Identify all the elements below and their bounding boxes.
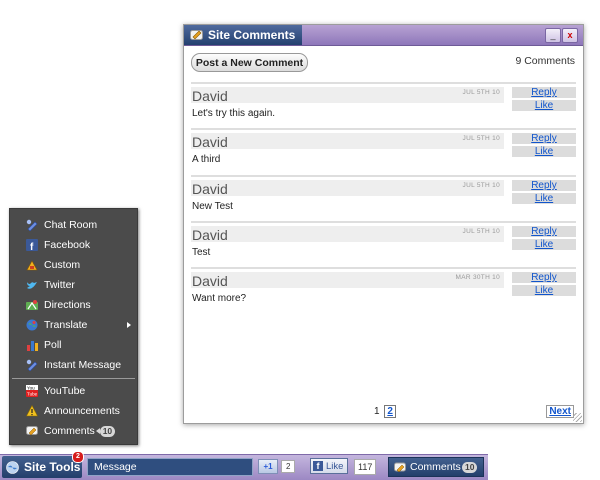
announcements-icon <box>26 405 38 417</box>
message-input[interactable] <box>87 458 253 476</box>
menu-item-comments[interactable]: Comments 10 <box>10 421 137 441</box>
reply-link[interactable]: Reply <box>512 180 576 191</box>
comment-date: JUL 5TH 10 <box>462 89 500 96</box>
like-link[interactable]: Like <box>512 146 576 157</box>
menu-item-facebook[interactable]: f Facebook <box>10 235 137 255</box>
comment-header: David MAR 30TH 10 <box>191 272 504 289</box>
post-new-comment-button[interactable]: Post a New Comment <box>191 53 308 72</box>
close-button[interactable]: x <box>562 28 578 43</box>
submenu-arrow-icon <box>127 322 131 328</box>
menu-item-youtube[interactable]: You Tube YouTube <box>10 381 137 401</box>
directions-icon <box>26 300 38 310</box>
menu-item-instant-message[interactable]: Instant Message <box>10 355 137 375</box>
comment-date: MAR 30TH 10 <box>455 274 500 281</box>
globe-icon <box>6 461 19 474</box>
reply-link[interactable]: Reply <box>512 226 576 237</box>
notification-badge: 2 <box>72 451 84 463</box>
window-title-tab: Site Comments <box>184 25 302 45</box>
comments-icon <box>26 426 38 436</box>
like-link[interactable]: Like <box>512 285 576 296</box>
google-plus-one-button[interactable]: +1 <box>258 459 278 474</box>
comment-author: David <box>192 88 228 104</box>
bottom-toolbar: Site Tools 2 +1 2 f Like 117 Comments 10 <box>0 451 488 480</box>
comment-header: David JUL 5TH 10 <box>191 87 504 104</box>
menu-item-directions[interactable]: Directions <box>10 295 137 315</box>
menu-item-custom[interactable]: Custom <box>10 255 137 275</box>
comment-text: Test <box>192 247 211 258</box>
reply-link[interactable]: Reply <box>512 272 576 283</box>
menu-item-translate[interactable]: Translate <box>10 315 137 335</box>
menu-divider <box>12 378 135 379</box>
comment-pencil-icon <box>190 30 203 40</box>
comments-count-badge: 10 <box>95 425 116 437</box>
facebook-like-count: 117 <box>354 459 377 475</box>
comment-header: David JUL 5TH 10 <box>191 133 504 150</box>
comment-date: JUL 5TH 10 <box>462 228 500 235</box>
site-tools-menu: Chat Room f Facebook Custom Twitter Dire… <box>9 208 138 445</box>
instant-message-icon <box>26 359 38 371</box>
minimize-button[interactable]: _ <box>545 28 561 43</box>
comment-date: JUL 5TH 10 <box>462 135 500 142</box>
facebook-icon: f <box>313 461 323 471</box>
menu-item-twitter[interactable]: Twitter <box>10 275 137 295</box>
comment-item: David JUL 5TH 10 New Test Reply Like <box>191 175 576 221</box>
menu-item-poll[interactable]: Poll <box>10 335 137 355</box>
facebook-like-button[interactable]: f Like <box>310 458 348 474</box>
resize-handle[interactable] <box>573 413 582 422</box>
comments-count-badge: 10 <box>462 462 478 473</box>
svg-text:Tube: Tube <box>27 392 38 397</box>
custom-icon <box>26 260 38 271</box>
comment-text: A third <box>192 154 221 165</box>
comments-toolbar-button[interactable]: Comments 10 <box>388 457 484 477</box>
chat-icon <box>26 219 38 231</box>
twitter-icon <box>27 282 37 289</box>
comment-header: David JUL 5TH 10 <box>191 180 504 197</box>
google-plus-one-count: 2 <box>281 460 296 473</box>
comment-item: David JUL 5TH 10 Let's try this again. R… <box>191 82 576 128</box>
facebook-icon: f <box>26 239 38 251</box>
comment-text: Let's try this again. <box>192 108 276 119</box>
translate-icon <box>26 319 38 331</box>
comment-author: David <box>192 227 228 243</box>
like-link[interactable]: Like <box>512 239 576 250</box>
youtube-icon: You Tube <box>26 385 38 397</box>
reply-link[interactable]: Reply <box>512 133 576 144</box>
comment-item: David JUL 5TH 10 Test Reply Like <box>191 221 576 267</box>
comment-item: David JUL 5TH 10 A third Reply Like <box>191 128 576 174</box>
comment-text: New Test <box>192 201 233 212</box>
current-page: 1 <box>374 406 380 417</box>
comment-author: David <box>192 181 228 197</box>
reply-link[interactable]: Reply <box>512 87 576 98</box>
like-link[interactable]: Like <box>512 100 576 111</box>
comment-text: Want more? <box>192 293 247 304</box>
poll-icon <box>27 341 38 351</box>
comment-count: 9 Comments <box>515 55 575 67</box>
comment-date: JUL 5TH 10 <box>462 182 500 189</box>
comment-header: David JUL 5TH 10 <box>191 226 504 243</box>
comment-pencil-icon <box>394 462 406 473</box>
pagination: 1 2 <box>374 405 396 418</box>
menu-item-chat-room[interactable]: Chat Room <box>10 215 137 235</box>
comment-author: David <box>192 273 228 289</box>
like-link[interactable]: Like <box>512 193 576 204</box>
comments-window: Site Comments _ x Post a New Comment 9 C… <box>183 24 584 424</box>
window-titlebar[interactable]: Site Comments _ x <box>184 25 583 46</box>
svg-text:You: You <box>27 386 35 391</box>
comment-item: David MAR 30TH 10 Want more? Reply Like <box>191 267 576 313</box>
site-tools-button[interactable]: Site Tools 2 <box>2 451 84 478</box>
next-page-button[interactable]: Next <box>546 405 574 418</box>
menu-item-announcements[interactable]: Announcements <box>10 401 137 421</box>
window-title: Site Comments <box>208 28 296 42</box>
menu-item-label: Comments <box>44 425 95 437</box>
comment-author: David <box>192 134 228 150</box>
page-link[interactable]: 2 <box>384 405 396 418</box>
